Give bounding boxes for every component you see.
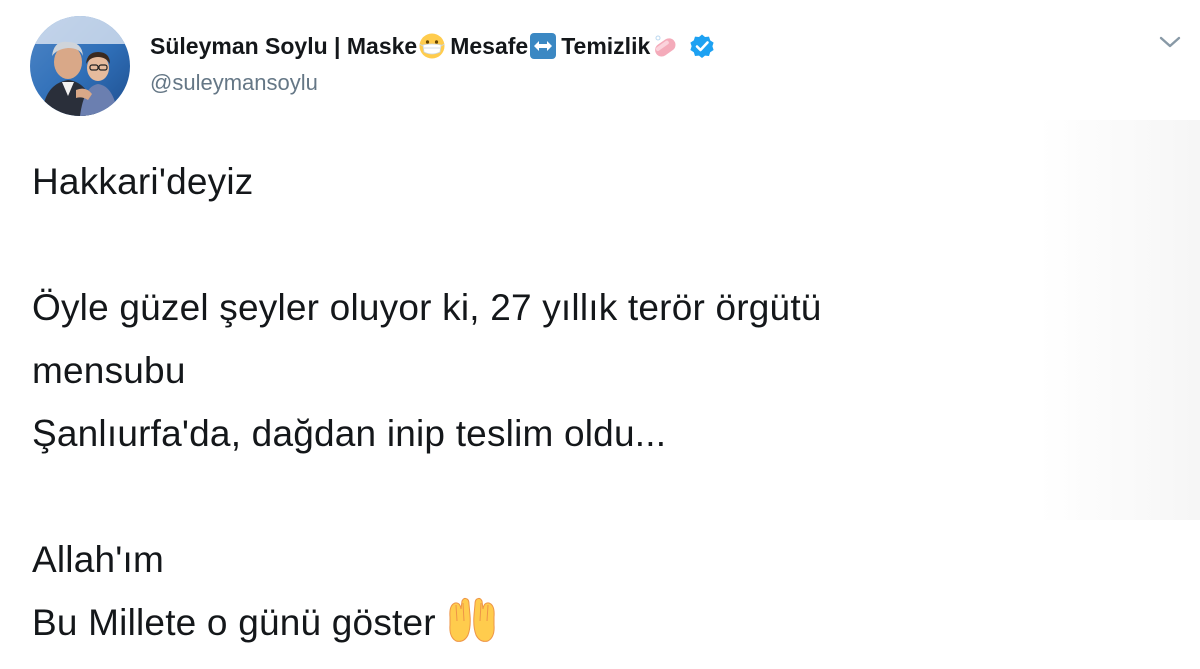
tweet-text-last-line: Bu Millete o günü göster <box>32 591 1032 654</box>
tweet-text: Hakkari'deyiz Öyle güzel şeyler oluyor k… <box>32 150 1032 654</box>
tweet-text-line: Şanlıurfa'da, dağdan inip teslim oldu... <box>32 413 667 454</box>
tweet-text-blank-line <box>32 465 1032 528</box>
author-avatar[interactable] <box>30 16 130 116</box>
soap-icon <box>651 32 679 60</box>
tweet-text-line: mensubu <box>32 350 186 391</box>
tweet-text-line: Öyle güzel şeyler oluyor ki, 27 yıllık t… <box>32 287 822 328</box>
verified-badge-icon <box>689 33 715 59</box>
face-with-medical-mask-icon <box>418 32 446 60</box>
author-name-part-3[interactable]: Temizlik <box>561 33 650 60</box>
tweet-text-blank-line <box>32 213 1032 276</box>
author-name-row[interactable]: Süleyman Soylu | Maske Mesafe Temizlik <box>150 24 1050 68</box>
chevron-down-icon[interactable] <box>1157 32 1183 52</box>
left-right-arrow-icon <box>529 32 557 60</box>
tweet-card: Süleyman Soylu | Maske Mesafe Temizlik @… <box>0 0 1200 669</box>
author-name-part-1[interactable]: Süleyman Soylu | Maske <box>150 33 417 60</box>
palms-up-together-icon <box>446 597 498 645</box>
tweet-text-line: Allah'ım <box>32 539 165 580</box>
tweet-text-line: Hakkari'deyiz <box>32 161 254 202</box>
tweet-header: Süleyman Soylu | Maske Mesafe Temizlik @… <box>150 24 1050 104</box>
tweet-text-line: Bu Millete o günü göster <box>32 602 436 643</box>
author-name-part-2[interactable]: Mesafe <box>450 33 528 60</box>
background-ghost <box>1040 120 1200 520</box>
author-handle[interactable]: @suleymansoylu <box>150 70 1050 96</box>
